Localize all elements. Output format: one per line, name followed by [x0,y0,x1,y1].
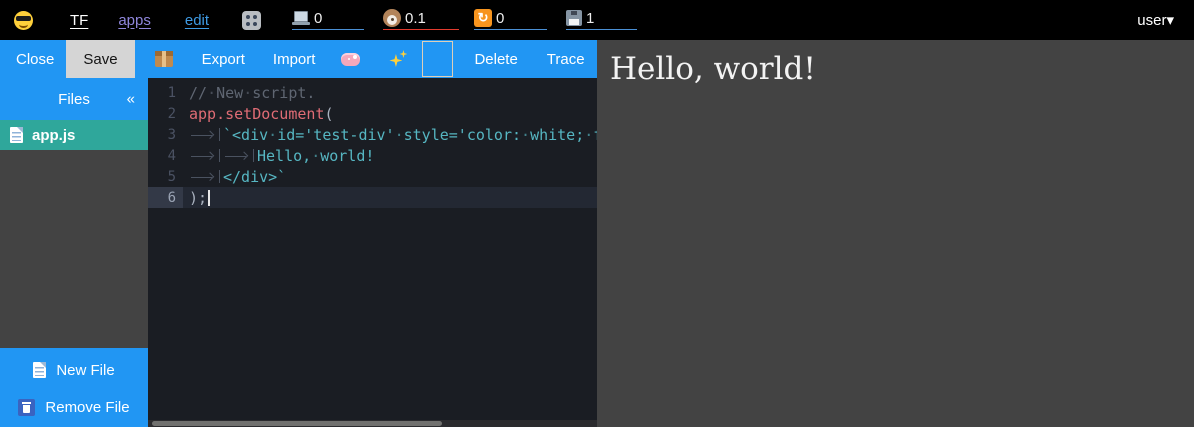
workspace: Files « app.js New File Remove File [0,78,597,427]
stat-value: 0 [496,10,504,27]
stat-saves[interactable]: 1 [566,10,637,30]
text-cursor [208,190,210,206]
remove-file-button[interactable]: Remove File [0,394,148,420]
code-token: // [189,84,207,102]
file-icon [10,127,23,143]
empty-toolbar-slot[interactable] [422,41,453,77]
tab-whitespace-icon [189,128,220,141]
content: Close Save Export Import Delete Trace Fi… [0,40,1194,427]
code-token: world! [320,147,374,165]
delete-button[interactable]: Delete [474,51,517,68]
line-number: 6 [148,187,183,208]
stat-machines[interactable]: 0 [292,10,364,30]
code-token: Hello, [257,147,311,165]
tab-whitespace-icon [189,149,220,162]
code-token: · [311,147,320,165]
file-name: app.js [32,127,75,144]
stat-value: 1 [586,10,594,27]
code-token: · [395,126,404,144]
preview-pane: Hello, world! [597,40,1194,427]
line-number: 1 [148,82,183,103]
trace-button[interactable]: Trace [547,51,585,68]
remove-file-label: Remove File [45,399,129,416]
files-header: Files « [0,78,148,120]
file-item-appjs[interactable]: app.js [0,120,148,150]
sparkles-icon[interactable] [389,50,407,68]
sunglasses-emoji-icon[interactable] [14,11,33,30]
refresh-icon [474,9,492,27]
dice-icon[interactable] [242,11,261,30]
save-button[interactable]: Save [66,40,134,78]
package-icon[interactable] [155,51,173,67]
horizontal-scrollbar[interactable] [148,420,597,427]
stat-credits[interactable]: 0.1 [383,10,459,30]
line-number: 4 [148,145,183,166]
file-list-empty-area [0,150,148,348]
code-lines: 1//·New·script.2app.setDocument(3`<div·i… [148,82,597,208]
remove-file-icon [18,399,35,416]
code-token: white; [530,126,584,144]
code-token: `<div [223,126,268,144]
scrollbar-thumb[interactable] [152,421,442,426]
code-text: app.setDocument( [183,105,334,123]
code-token: id='test-div' [277,126,394,144]
code-token: · [243,84,252,102]
line-number: 2 [148,103,183,124]
line-number: 3 [148,124,183,145]
code-token: New [216,84,243,102]
code-line[interactable]: 5 </div>` [148,166,597,187]
soap-icon[interactable] [341,53,360,66]
line-number: 5 [148,166,183,187]
import-button[interactable]: Import [273,51,316,68]
preview-heading: Hello, world! [610,51,1194,87]
sidebar-actions: New File Remove File [0,348,148,427]
code-text: //·New·script. [183,84,315,102]
files-sidebar: Files « app.js New File Remove File [0,78,148,427]
code-line[interactable]: 1//·New·script. [148,82,597,103]
new-file-icon [33,362,46,378]
code-text: </div>` [183,168,286,186]
code-line[interactable]: 3`<div·id='test-div'·style='color:·white… [148,124,597,145]
top-bar: TF apps edit 0 0.1 0 1 user▾ [0,0,1194,40]
nav-link-apps[interactable]: apps [118,12,151,29]
new-file-button[interactable]: New File [0,357,148,383]
code-token: script. [252,84,315,102]
stat-refresh[interactable]: 0 [474,10,547,30]
left-pane: Close Save Export Import Delete Trace Fi… [0,40,597,427]
code-token: · [268,126,277,144]
code-token: ( [324,105,333,123]
hamster-icon [383,9,401,27]
code-line[interactable]: 4Hello,·world! [148,145,597,166]
files-title: Files [58,91,90,108]
code-line[interactable]: 2app.setDocument( [148,103,597,124]
nav-link-edit[interactable]: edit [185,12,209,29]
code-token: ); [189,189,207,207]
code-token: app.setDocument [189,105,324,123]
code-line[interactable]: 6); [148,187,597,208]
close-button[interactable]: Close [16,51,54,68]
code-token: f [593,126,597,144]
code-token: </div>` [223,168,286,186]
laptop-icon [292,11,310,25]
collapse-sidebar-icon[interactable]: « [127,91,135,108]
export-button[interactable]: Export [202,51,245,68]
user-menu[interactable]: user▾ [1137,11,1174,29]
code-text: Hello,·world! [183,147,374,165]
code-text: ); [183,189,210,207]
code-token: style='color: [404,126,521,144]
stat-value: 0 [314,10,322,27]
stat-value: 0.1 [405,10,426,27]
tab-whitespace-icon [223,149,254,162]
tab-whitespace-icon [189,170,220,183]
editor-toolbar: Close Save Export Import Delete Trace [0,40,597,78]
code-text: `<div·id='test-div'·style='color:·white;… [183,126,597,144]
brand-link[interactable]: TF [70,12,88,29]
new-file-label: New File [56,362,114,379]
code-editor[interactable]: 1//·New·script.2app.setDocument(3`<div·i… [148,78,597,427]
code-token: · [584,126,593,144]
floppy-icon [566,10,582,26]
code-token: · [207,84,216,102]
code-token: · [521,126,530,144]
